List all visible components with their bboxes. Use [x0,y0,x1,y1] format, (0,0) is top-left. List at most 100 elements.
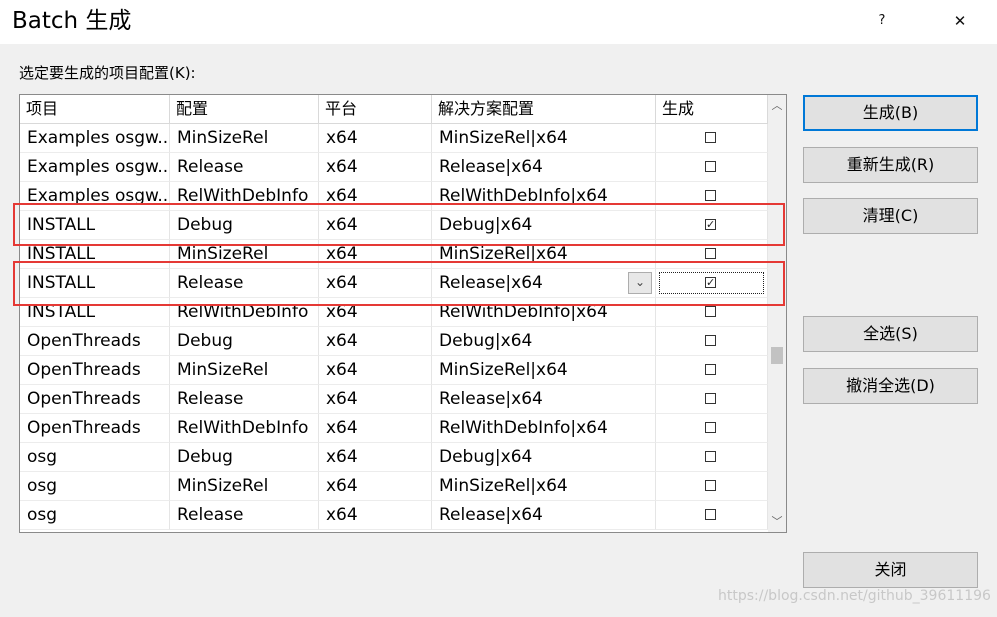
project-config-grid[interactable]: 项目 配置 平台 解决方案配置 生成 Examples osgw... MinSi… [19,94,787,533]
build-checkbox[interactable] [705,451,716,462]
cell-solution-config: Release|x64 [432,385,656,414]
focus-rectangle [659,272,764,294]
cell-config: RelWithDebInfo [170,414,319,443]
build-checkbox[interactable] [705,480,716,491]
cell-config: Release [170,385,319,414]
cell-project: osg [20,501,170,530]
cell-project: INSTALL [20,298,170,327]
cell-build [656,124,768,153]
cell-config: RelWithDebInfo [170,298,319,327]
solution-config-dropdown-icon[interactable]: ⌄ [628,272,652,294]
cell-platform: x64 [319,211,432,240]
build-checkbox[interactable] [705,422,716,433]
header-build[interactable]: 生成 [656,95,768,123]
cell-project: OpenThreads [20,385,170,414]
cell-project: osg [20,472,170,501]
table-row[interactable]: INSTALL RelWithDebInfo x64 RelWithDebInfo|x… [20,298,768,327]
cell-solution-config: MinSizeRel|x64 [432,472,656,501]
scroll-down-icon[interactable]: ﹀ [768,513,786,529]
title-bar: Batch 生成 ? ✕ [0,0,997,44]
cell-platform: x64 [319,443,432,472]
build-checkbox[interactable] [705,364,716,375]
vertical-scrollbar[interactable]: ︿ ﹀ [768,95,786,532]
build-checkbox[interactable] [705,306,716,317]
cell-platform: x64 [319,472,432,501]
table-row[interactable]: INSTALL Release x64 Release|x64 ✓ ⌄ [20,269,768,298]
build-checkbox[interactable] [705,393,716,404]
table-row[interactable]: OpenThreads RelWithDebInfo x64 RelWithDebIn… [20,414,768,443]
table-row[interactable]: Examples osgw... MinSizeRel x64 MinSizeRel|… [20,124,768,153]
close-button[interactable]: 关闭 [803,552,978,588]
table-row[interactable]: Examples osgw... Release x64 Release|x64 [20,153,768,182]
cell-config: Debug [170,443,319,472]
cell-config: MinSizeRel [170,124,319,153]
cell-build [656,356,768,385]
header-config[interactable]: 配置 [170,95,319,123]
cell-build [656,501,768,530]
cell-project: INSTALL [20,240,170,269]
build-checkbox[interactable] [705,509,716,520]
build-checkbox[interactable] [705,248,716,259]
cell-solution-config: MinSizeRel|x64 [432,240,656,269]
table-row[interactable]: OpenThreads MinSizeRel x64 MinSizeRel|x64 [20,356,768,385]
cell-platform: x64 [319,327,432,356]
deselect-all-button[interactable]: 撤消全选(D) [803,368,978,404]
cell-platform: x64 [319,385,432,414]
cell-build [656,443,768,472]
help-button[interactable]: ? [862,8,902,34]
rebuild-button[interactable]: 重新生成(R) [803,147,978,183]
build-checkbox[interactable]: ✓ [705,219,716,230]
cell-solution-config: Debug|x64 [432,327,656,356]
table-row[interactable]: OpenThreads Release x64 Release|x64 [20,385,768,414]
cell-solution-config: RelWithDebInfo|x64 [432,414,656,443]
cell-project: Examples osgw... [20,153,170,182]
build-checkbox[interactable] [705,132,716,143]
table-row[interactable]: Examples osgw... RelWithDebInfo x64 RelWith… [20,182,768,211]
cell-project: osg [20,443,170,472]
cell-project: Examples osgw... [20,182,170,211]
close-window-button[interactable]: ✕ [940,8,980,34]
cell-solution-config: RelWithDebInfo|x64 [432,298,656,327]
build-button[interactable]: 生成(B) [803,95,978,131]
cell-solution-config: Release|x64 [432,153,656,182]
table-row[interactable]: OpenThreads Debug x64 Debug|x64 [20,327,768,356]
grid-header: 项目 配置 平台 解决方案配置 生成 [20,95,768,124]
cell-project: Examples osgw... [20,124,170,153]
window-title: Batch 生成 [12,8,132,34]
scroll-up-icon[interactable]: ︿ [768,97,786,113]
cell-project: INSTALL [20,211,170,240]
cell-solution-config: Debug|x64 [432,211,656,240]
clean-button[interactable]: 清理(C) [803,198,978,234]
cell-config: Debug [170,327,319,356]
cell-config: RelWithDebInfo [170,182,319,211]
cell-config: MinSizeRel [170,472,319,501]
build-checkbox[interactable] [705,161,716,172]
cell-solution-config: Debug|x64 [432,443,656,472]
cell-platform: x64 [319,356,432,385]
header-solution-config[interactable]: 解决方案配置 [432,95,656,123]
cell-solution-config: RelWithDebInfo|x64 [432,182,656,211]
table-row[interactable]: osg Release x64 Release|x64 [20,501,768,530]
header-project[interactable]: 项目 [20,95,170,123]
cell-platform: x64 [319,153,432,182]
cell-solution-config: MinSizeRel|x64 [432,124,656,153]
build-checkbox[interactable] [705,335,716,346]
select-all-button[interactable]: 全选(S) [803,316,978,352]
build-checkbox[interactable] [705,190,716,201]
watermark: https://blog.csdn.net/github_39611196 [718,588,991,604]
cell-project: OpenThreads [20,414,170,443]
cell-solution-config: Release|x64 [432,501,656,530]
table-row[interactable]: osg Debug x64 Debug|x64 [20,443,768,472]
cell-config: Release [170,153,319,182]
table-row[interactable]: INSTALL MinSizeRel x64 MinSizeRel|x64 [20,240,768,269]
table-row[interactable]: osg MinSizeRel x64 MinSizeRel|x64 [20,472,768,501]
table-row[interactable]: INSTALL Debug x64 Debug|x64 ✓ [20,211,768,240]
cell-platform: x64 [319,298,432,327]
cell-platform: x64 [319,124,432,153]
cell-config: Release [170,501,319,530]
scroll-thumb[interactable] [771,347,783,364]
header-platform[interactable]: 平台 [319,95,432,123]
cell-build [656,182,768,211]
cell-platform: x64 [319,182,432,211]
cell-build: ✓ [656,211,768,240]
